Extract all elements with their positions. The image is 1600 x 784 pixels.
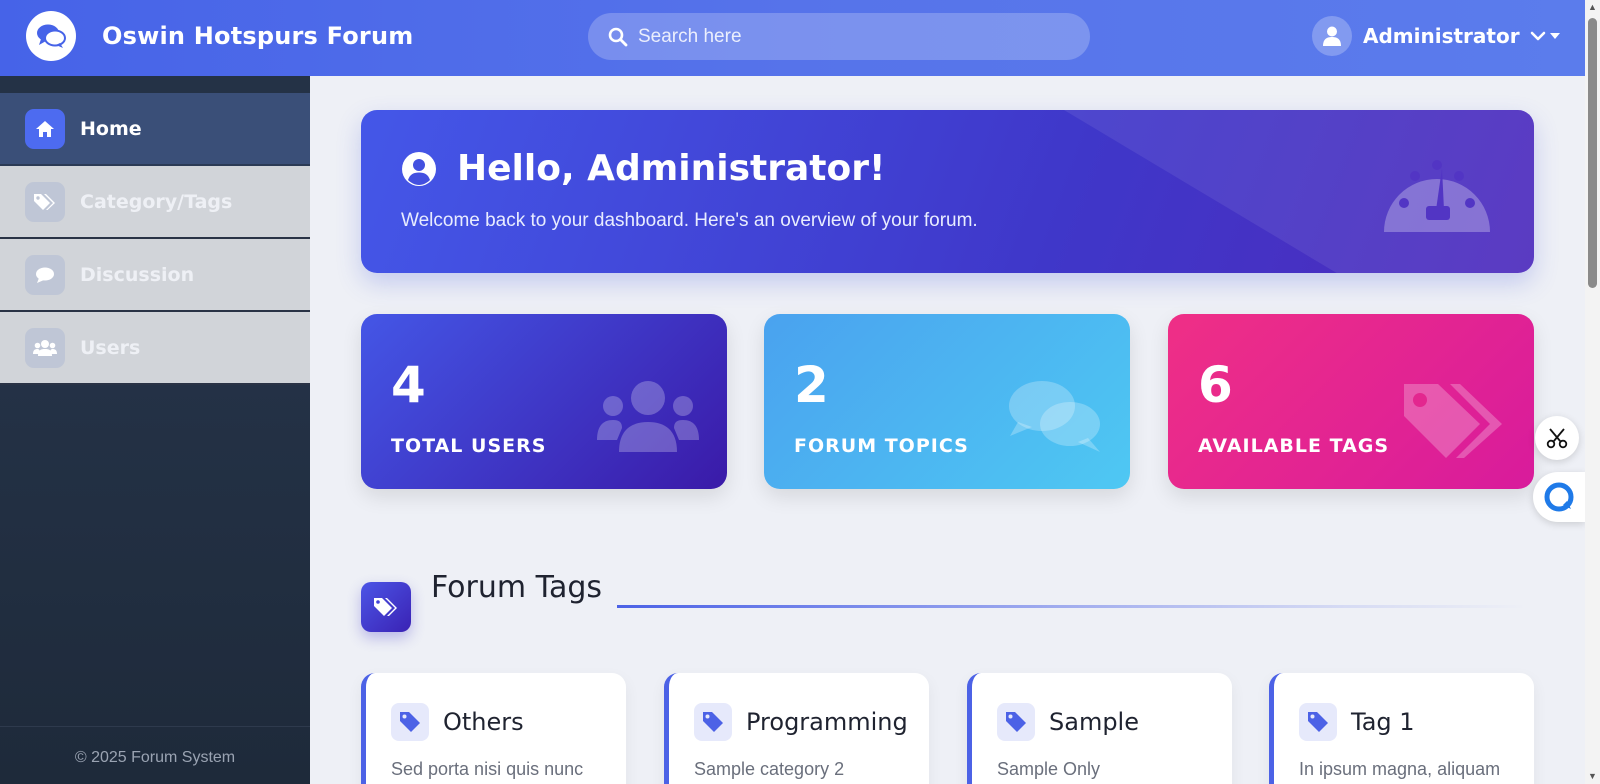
brand-title[interactable]: Oswin Hotspurs Forum — [102, 22, 413, 50]
tag-description: Sample category 2 — [694, 759, 845, 779]
tags-icon — [374, 598, 397, 616]
tag-card-others[interactable]: Others Sed porta nisi quis nunc — [361, 673, 626, 784]
tag-card-tag-1[interactable]: Tag 1 In ipsum magna, aliquam — [1269, 673, 1534, 784]
stat-value: 4 — [391, 356, 426, 414]
tag-name: Sample — [1049, 708, 1139, 736]
home-icon — [25, 108, 65, 149]
user-circle-icon — [402, 151, 436, 186]
scissors-float-button[interactable] — [1535, 416, 1579, 460]
search-input[interactable] — [638, 25, 1058, 48]
users-icon — [25, 327, 65, 368]
sidebar-item-label: Home — [80, 117, 142, 140]
avatar — [1312, 16, 1352, 56]
scroll-down-arrow[interactable]: ▼ — [1588, 772, 1597, 781]
sidebar-item-label: Category/Tags — [80, 190, 233, 213]
tachometer-icon — [1384, 160, 1490, 232]
assistant-float-button[interactable] — [1533, 472, 1585, 522]
tag-card-programming[interactable]: Programming Sample category 2 — [664, 673, 929, 784]
welcome-subtitle: Welcome back to your dashboard. Here's a… — [401, 210, 978, 231]
stat-card-available-tags[interactable]: 6 AVAILABLE TAGS — [1168, 314, 1534, 489]
stat-card-total-users[interactable]: 4 TOTAL USERS — [361, 314, 727, 489]
sidebar: Home Category/Tags Discussion Users © 20… — [0, 76, 310, 784]
tag-name: Tag 1 — [1351, 708, 1415, 736]
assistant-icon — [1544, 482, 1574, 512]
sidebar-item-home[interactable]: Home — [0, 93, 310, 166]
tag-name: Others — [443, 708, 524, 736]
section-divider — [617, 605, 1527, 608]
section-tags-icon — [361, 582, 411, 632]
sidebar-item-label: Discussion — [80, 263, 195, 286]
sidebar-item-category-tags[interactable]: Category/Tags — [0, 166, 310, 239]
tag-icon — [997, 703, 1035, 741]
comments-icon — [1009, 381, 1100, 452]
stat-label: FORUM TOPICS — [794, 435, 969, 457]
stat-card-forum-topics[interactable]: 2 FORUM TOPICS — [764, 314, 1130, 489]
vertical-scrollbar[interactable]: ▲ ▼ — [1585, 0, 1600, 784]
tag-name: Programming — [746, 708, 908, 736]
welcome-banner: Hello, Administrator! Welcome back to yo… — [361, 110, 1534, 273]
search-bar[interactable] — [588, 13, 1090, 60]
chat-bubbles-icon — [37, 24, 66, 48]
tags-icon — [1404, 384, 1502, 458]
section-title: Forum Tags — [431, 570, 603, 605]
stat-label: AVAILABLE TAGS — [1198, 435, 1390, 457]
tag-description: Sed porta nisi quis nunc — [391, 759, 584, 779]
comment-icon — [25, 254, 65, 295]
sidebar-item-discussion[interactable]: Discussion — [0, 239, 310, 312]
sidebar-footer: © 2025 Forum System — [0, 726, 310, 784]
tag-icon — [1299, 703, 1337, 741]
users-icon — [597, 381, 699, 452]
tag-description: In ipsum magna, aliquam — [1299, 759, 1501, 779]
user-name: Administrator — [1363, 24, 1520, 48]
user-icon — [1323, 26, 1341, 46]
chevron-down-icon — [1530, 31, 1560, 41]
scroll-up-arrow[interactable]: ▲ — [1588, 3, 1597, 12]
scrollbar-thumb[interactable] — [1588, 18, 1597, 288]
welcome-heading: Hello, Administrator! — [401, 148, 885, 189]
scissors-icon — [1546, 428, 1568, 449]
user-menu[interactable]: Administrator — [1312, 16, 1560, 56]
tags-icon — [25, 181, 65, 222]
sidebar-item-label: Users — [80, 336, 141, 359]
forum-logo[interactable] — [26, 11, 76, 61]
top-navbar: Oswin Hotspurs Forum Administrator — [0, 0, 1585, 76]
welcome-title: Hello, Administrator! — [457, 148, 886, 189]
tag-icon — [694, 703, 732, 741]
tag-icon — [391, 703, 429, 741]
tag-description: Sample Only — [997, 759, 1101, 779]
sidebar-item-users[interactable]: Users — [0, 312, 310, 385]
sidebar-top-strip — [0, 76, 310, 93]
search-icon — [608, 27, 628, 46]
stat-value: 6 — [1198, 356, 1233, 414]
stat-value: 2 — [794, 356, 829, 414]
tag-card-sample[interactable]: Sample Sample Only — [967, 673, 1232, 784]
stat-label: TOTAL USERS — [391, 435, 547, 457]
